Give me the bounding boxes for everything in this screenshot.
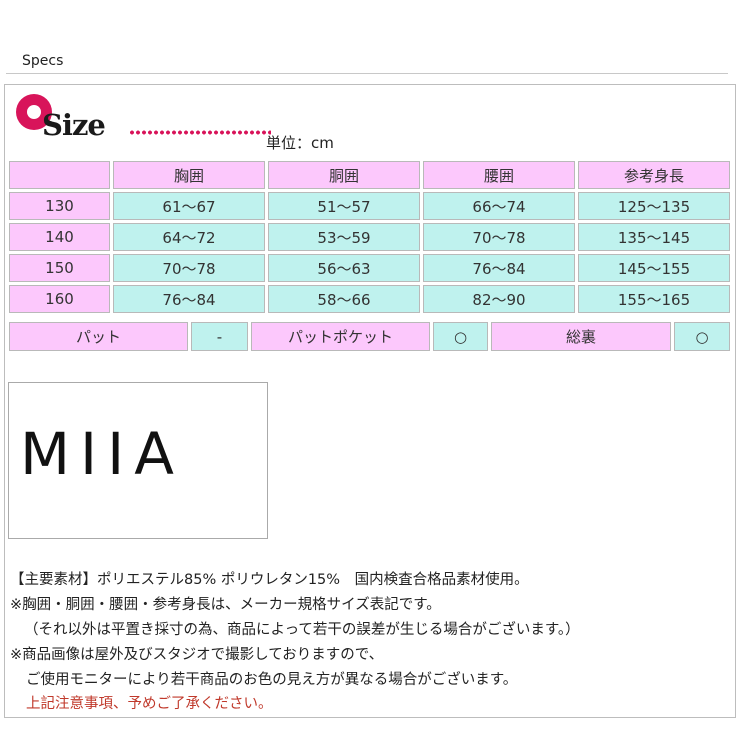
- note-photo: ※商品画像は屋外及びスタジオで撮影しておりますので、: [10, 647, 384, 663]
- size-logo: Size: [16, 94, 271, 144]
- table-row-size: 130: [9, 192, 110, 220]
- table-cell: 125～135: [578, 192, 730, 220]
- table-cell: 155～165: [578, 285, 730, 313]
- feature-value-lining: ○: [674, 322, 730, 351]
- size-logo-text: Size: [42, 108, 106, 142]
- table-cell: 51～57: [268, 192, 420, 220]
- feature-value-pad-pocket: ○: [433, 322, 488, 351]
- table-row-size: 160: [9, 285, 110, 313]
- unit-label: 単位：cm: [266, 134, 334, 152]
- note-acknowledge: 上記注意事項、予めご了承ください。: [26, 696, 273, 712]
- feature-value-pad: -: [191, 322, 248, 351]
- note-size-standard: ※胸囲・胴囲・腰囲・参考身長は、メーカー規格サイズ表記です。: [10, 597, 441, 613]
- table-cell: 66～74: [423, 192, 575, 220]
- brand-logo: MIIA: [20, 420, 184, 488]
- feature-label-pad: パット: [9, 322, 188, 351]
- specs-heading: Specs: [22, 53, 64, 69]
- table-header-bust: 胸囲: [113, 161, 265, 189]
- table-cell: 135～145: [578, 223, 730, 251]
- table-cell: 145～155: [578, 254, 730, 282]
- table-cell: 61～67: [113, 192, 265, 220]
- table-cell: 70～78: [113, 254, 265, 282]
- table-cell: 82～90: [423, 285, 575, 313]
- table-cell: 53～59: [268, 223, 420, 251]
- table-row-size: 150: [9, 254, 110, 282]
- divider: [6, 73, 728, 74]
- size-dots: [129, 130, 271, 135]
- table-header-blank: [9, 161, 110, 189]
- table-cell: 64～72: [113, 223, 265, 251]
- table-cell: 76～84: [423, 254, 575, 282]
- table-header-height: 参考身長: [578, 161, 730, 189]
- table-cell: 58～66: [268, 285, 420, 313]
- feature-label-pad-pocket: パットポケット: [251, 322, 430, 351]
- feature-label-lining: 総裏: [491, 322, 671, 351]
- table-row-size: 140: [9, 223, 110, 251]
- table-header-waist: 胴囲: [268, 161, 420, 189]
- table-header-hip: 腰囲: [423, 161, 575, 189]
- note-monitor: ご使用モニターにより若干商品のお色の見え方が異なる場合がございます。: [26, 672, 518, 688]
- table-cell: 76～84: [113, 285, 265, 313]
- note-material: 【主要素材】ポリエステル85% ポリウレタン15% 国内検査合格品素材使用。: [10, 572, 529, 588]
- table-cell: 70～78: [423, 223, 575, 251]
- table-cell: 56～63: [268, 254, 420, 282]
- note-measurement: （それ以外は平置き採寸の為、商品によって若干の誤差が生じる場合がございます。）: [24, 622, 580, 638]
